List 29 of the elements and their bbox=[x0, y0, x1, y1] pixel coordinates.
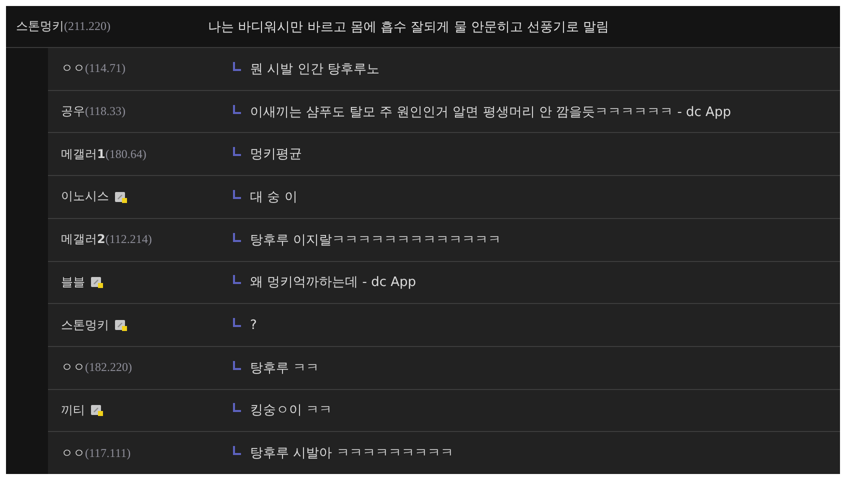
author-ip: (117.111) bbox=[85, 446, 131, 461]
author-name: ㅇㅇ bbox=[61, 359, 85, 376]
reply-text: 이새끼는 샴푸도 탈모 주 원인인거 알면 평생머리 안 깜을듯ㅋㅋㅋㅋㅋㅋ - dc App bbox=[250, 104, 731, 121]
author-name: ㅇㅇ bbox=[61, 60, 85, 78]
author-name: 메갤러1 bbox=[61, 146, 106, 163]
reply-text: 탕후루 이지랄ㅋㅋㅋㅋㅋㅋㅋㅋㅋㅋㅋㅋㅋ bbox=[250, 232, 502, 249]
author-name: 블블 bbox=[61, 274, 85, 291]
author-name: 메갤러2 bbox=[61, 231, 106, 248]
reply-text: 킹숭ㅇ이 ㅋㅋ bbox=[250, 402, 332, 420]
author-name: ㅇㅇ bbox=[61, 444, 85, 462]
author-name: 스톤멍키 bbox=[16, 18, 64, 35]
reply-text: ? bbox=[250, 318, 257, 333]
reply-text: 왜 멍키억까하는데 - dc App bbox=[250, 274, 416, 292]
author-ip: (112.214) bbox=[105, 232, 152, 248]
reply-text: 탕후루 ㅋㅋ bbox=[250, 360, 320, 377]
reply-text: 탕후루 시발아 ㅋㅋㅋㅋㅋㅋㅋㅋㅋ bbox=[250, 445, 454, 462]
reply-text: 뭔 시발 인간 탕후루노 bbox=[250, 60, 380, 78]
comment-text: 나는 바디워시만 바르고 몸에 흡수 잘되게 물 안문히고 선풍기로 말림 bbox=[208, 18, 610, 36]
author-name: 공우 bbox=[61, 103, 85, 120]
author-name: 이노시스 bbox=[61, 188, 109, 206]
author-ip: (211.220) bbox=[64, 19, 111, 34]
reply-text: 대 숭 이 bbox=[250, 188, 298, 206]
author-name: 끼티 bbox=[61, 402, 85, 419]
reply-text: 멍키평균 bbox=[250, 146, 302, 164]
author-ip: (114.71) bbox=[85, 61, 126, 76]
author-name: 스톤멍키 bbox=[61, 316, 109, 334]
author-ip: (118.33) bbox=[85, 104, 126, 120]
author-ip: (180.64) bbox=[105, 146, 146, 162]
author-ip: (182.220) bbox=[85, 360, 132, 376]
